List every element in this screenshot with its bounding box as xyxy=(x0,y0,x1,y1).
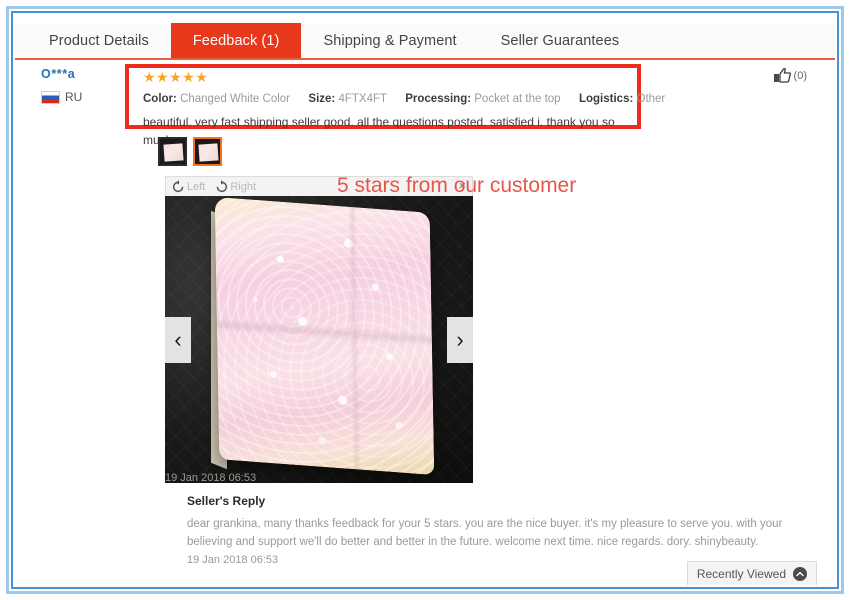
russia-flag-icon xyxy=(41,90,60,104)
sequin-pillow-cover xyxy=(214,196,435,476)
prev-image-button[interactable]: ‹ xyxy=(165,316,191,363)
image-viewer: Left Right × ‹ › xyxy=(165,176,473,483)
rotate-right-label: Right xyxy=(230,180,257,193)
review-date: 19 Jan 2018 06:53 xyxy=(165,472,257,484)
feedback-content: O***a RU ★★★★★ Color: Changed White Colo… xyxy=(15,62,835,585)
rotate-left-label: Left xyxy=(187,180,206,193)
tab-product-details[interactable]: Product Details xyxy=(27,23,171,58)
seller-reply: Seller's Reply dear grankina, many thank… xyxy=(187,494,807,552)
tab-feedback[interactable]: Feedback (1) xyxy=(170,23,302,58)
helpful-vote-control[interactable]: (0) xyxy=(773,68,807,83)
reviewer-country: RU xyxy=(41,90,131,104)
rotate-right-button[interactable]: Right xyxy=(215,180,256,193)
rotate-left-button[interactable]: Left xyxy=(172,180,205,193)
star-rating: ★★★★★ xyxy=(143,69,209,85)
reviewer-username[interactable]: O***a xyxy=(41,67,131,81)
thumbnail-2[interactable] xyxy=(193,137,222,166)
chevron-up-glyph xyxy=(796,571,804,576)
seller-reply-body: dear grankina, many thanks feedback for … xyxy=(187,518,783,549)
chevron-up-icon xyxy=(793,566,807,581)
attr-value-logistics: Other xyxy=(636,93,666,105)
attr-value-size: 4FTX4FT xyxy=(338,93,387,105)
attr-label-processing: Processing: xyxy=(405,93,472,105)
next-image-button[interactable]: › xyxy=(447,316,473,363)
rotate-left-icon xyxy=(172,180,184,193)
helpful-count: (0) xyxy=(793,69,807,82)
reviewer-info: O***a RU xyxy=(41,67,131,104)
thumbs-up-icon xyxy=(773,68,791,83)
recently-viewed-label: Recently Viewed xyxy=(696,566,786,581)
seller-reply-date: 19 Jan 2018 06:53 xyxy=(187,554,279,566)
attr-label-logistics: Logistics: xyxy=(578,93,634,105)
thumbnail-2-image xyxy=(198,143,219,162)
thumbnail-1-image xyxy=(163,143,184,162)
attr-label-size: Size: xyxy=(308,93,336,105)
review-attributes: Color: Changed White Color Size: 4FTX4FT… xyxy=(143,91,665,108)
review-photo: ‹ › xyxy=(165,196,473,483)
review-image-thumbnails xyxy=(158,137,222,166)
country-code-label: RU xyxy=(65,90,83,104)
thumbnail-1[interactable] xyxy=(158,137,187,166)
annotation-text: 5 stars from our customer xyxy=(337,174,577,197)
tab-seller-guarantees[interactable]: Seller Guarantees xyxy=(479,23,642,58)
rotate-right-icon xyxy=(217,180,228,193)
seller-reply-title: Seller's Reply xyxy=(187,494,266,508)
page-root: Product Details Feedback (1) Shipping & … xyxy=(15,15,835,585)
attr-value-color: Changed White Color xyxy=(180,93,291,105)
attr-label-color: Color: xyxy=(143,93,177,105)
recently-viewed-tab[interactable]: Recently Viewed xyxy=(686,561,817,585)
tab-bar: Product Details Feedback (1) Shipping & … xyxy=(15,23,835,60)
tab-shipping-payment[interactable]: Shipping & Payment xyxy=(301,23,478,58)
attr-value-processing: Pocket at the top xyxy=(474,93,561,105)
